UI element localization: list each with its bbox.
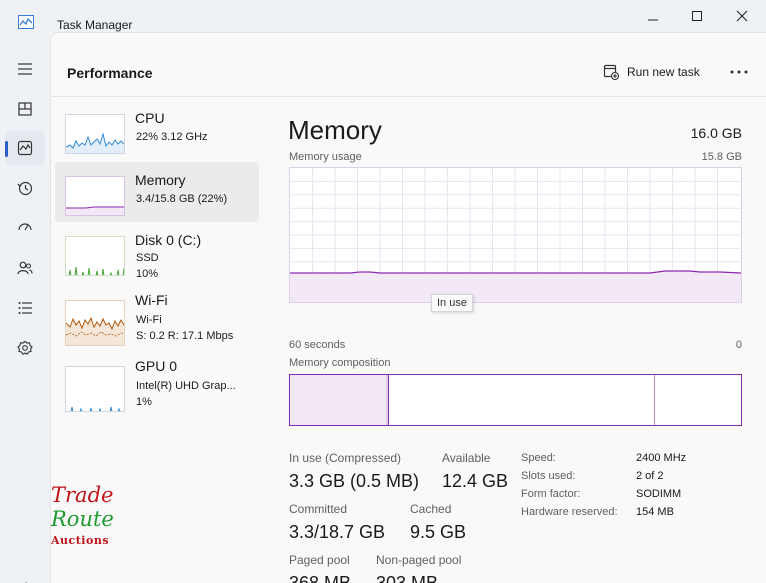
details-icon bbox=[18, 302, 32, 314]
task-manager-icon bbox=[18, 15, 34, 29]
nav-processes[interactable] bbox=[5, 92, 45, 126]
nav-performance[interactable] bbox=[5, 131, 45, 165]
more-options-button[interactable] bbox=[727, 61, 751, 83]
device-detail: 22% 3.12 GHz bbox=[136, 131, 208, 143]
spec-value: SODIMM bbox=[636, 488, 682, 500]
spec-label: Slots used: bbox=[521, 470, 576, 482]
device-detail: S: 0.2 R: 17.1 Mbps bbox=[136, 330, 234, 342]
nav-settings[interactable] bbox=[12, 576, 40, 583]
spec-label: Form factor: bbox=[521, 488, 581, 500]
services-icon bbox=[17, 340, 33, 356]
main-content: Performance Run new task CPU 22% 3.12 GH… bbox=[50, 32, 766, 583]
committed-value: 3.3/18.7 GB bbox=[289, 522, 386, 542]
device-item-disk[interactable]: Disk 0 (C:) SSD 10% bbox=[55, 222, 259, 282]
spec-value: 2400 MHz bbox=[636, 452, 687, 464]
available-label: Available bbox=[442, 451, 491, 465]
composition-standby-divider bbox=[654, 375, 655, 425]
device-item-wifi[interactable]: Wi-Fi Wi-Fi S: 0.2 R: 17.1 Mbps bbox=[55, 288, 259, 348]
device-name: Disk 0 (C:) bbox=[135, 232, 202, 248]
page-header: Performance Run new task bbox=[51, 33, 766, 97]
device-name: GPU 0 bbox=[135, 358, 178, 374]
gpu-thumbnail-graph bbox=[65, 366, 125, 412]
memory-composition-label: Memory composition bbox=[289, 357, 391, 369]
logo-line-3: Auctions bbox=[50, 534, 109, 547]
device-item-gpu[interactable]: GPU 0 Intel(R) UHD Grap... 1% bbox=[55, 354, 259, 414]
maximize-icon bbox=[692, 11, 702, 21]
spec-value: 2 of 2 bbox=[636, 470, 664, 482]
cached-value: 9.5 GB bbox=[410, 522, 467, 542]
app-history-icon bbox=[17, 181, 33, 196]
spec-label: Hardware reserved: bbox=[521, 506, 618, 518]
maximize-button[interactable] bbox=[674, 6, 720, 26]
page-title: Performance bbox=[67, 65, 153, 81]
run-task-icon bbox=[603, 64, 619, 80]
nav-app-history[interactable] bbox=[5, 171, 45, 205]
nav-services[interactable] bbox=[5, 331, 45, 365]
device-item-cpu[interactable]: CPU 22% 3.12 GHz bbox=[55, 100, 259, 160]
nav-rail bbox=[0, 32, 50, 583]
performance-icon bbox=[17, 140, 33, 156]
in-use-label: In use (Compressed) bbox=[289, 451, 402, 465]
disk-thumbnail-graph bbox=[65, 236, 125, 276]
memory-detail-pane: Memory 16.0 GB Memory usage 15.8 GB In u… bbox=[287, 99, 747, 583]
memory-usage-label: Memory usage bbox=[289, 151, 362, 163]
composition-modified-segment bbox=[386, 375, 389, 425]
memory-thumbnail-graph bbox=[65, 176, 125, 216]
cached-label: Cached bbox=[410, 502, 452, 516]
nav-menu-button[interactable] bbox=[5, 52, 45, 86]
logo-line-1: Trade bbox=[51, 483, 113, 507]
trade-route-auctions-logo: Trade Route Auctions bbox=[50, 483, 114, 547]
memory-title: Memory bbox=[288, 115, 382, 145]
device-detail: Wi-Fi bbox=[136, 314, 162, 326]
device-name: Wi-Fi bbox=[135, 292, 168, 308]
paged-pool-label: Paged pool bbox=[289, 553, 350, 567]
users-icon bbox=[17, 261, 33, 275]
device-detail: SSD bbox=[136, 252, 159, 264]
logo-line-2: Route bbox=[50, 507, 114, 531]
spec-label: Speed: bbox=[521, 452, 556, 464]
device-detail: 1% bbox=[136, 396, 152, 408]
device-name: Memory bbox=[135, 172, 186, 188]
title-bar: Task Manager bbox=[0, 0, 766, 32]
minimize-button[interactable] bbox=[630, 6, 676, 26]
nav-startup-apps[interactable] bbox=[5, 211, 45, 245]
run-task-label: Run new task bbox=[627, 65, 700, 79]
cpu-thumbnail-graph bbox=[65, 114, 125, 154]
window-title: Task Manager bbox=[57, 18, 133, 32]
nav-users[interactable] bbox=[5, 251, 45, 285]
device-item-memory[interactable]: Memory 3.4/15.8 GB (22%) bbox=[55, 162, 259, 222]
composition-in-use-segment bbox=[290, 375, 386, 425]
non-paged-pool-label: Non-paged pool bbox=[376, 553, 462, 567]
non-paged-pool-value: 303 MB bbox=[376, 573, 439, 583]
device-detail: 10% bbox=[136, 268, 159, 280]
memory-total: 16.0 GB bbox=[690, 125, 742, 141]
active-indicator bbox=[5, 141, 8, 157]
memory-usage-chart bbox=[289, 167, 742, 303]
startup-apps-icon bbox=[18, 223, 32, 231]
nav-details[interactable] bbox=[5, 291, 45, 325]
hamburger-icon bbox=[18, 63, 32, 75]
minimize-icon bbox=[648, 19, 658, 21]
paged-pool-value: 368 MB bbox=[289, 573, 352, 583]
time-axis-left-label: 60 seconds bbox=[289, 339, 346, 351]
device-detail: Intel(R) UHD Grap... bbox=[136, 380, 236, 392]
chart-tooltip: In use bbox=[431, 294, 473, 312]
close-icon bbox=[736, 10, 748, 22]
processes-icon bbox=[18, 102, 32, 116]
committed-label: Committed bbox=[289, 502, 348, 516]
time-axis-right-label: 0 bbox=[735, 339, 742, 351]
close-button[interactable] bbox=[719, 6, 765, 26]
spec-value: 154 MB bbox=[636, 506, 674, 518]
device-name: CPU bbox=[135, 110, 165, 126]
more-options-icon bbox=[730, 70, 748, 74]
memory-composition-bar bbox=[289, 374, 742, 426]
wifi-thumbnail-graph bbox=[65, 300, 125, 346]
memory-usage-max: 15.8 GB bbox=[701, 151, 742, 163]
run-new-task-button[interactable]: Run new task bbox=[603, 61, 700, 83]
device-detail: 3.4/15.8 GB (22%) bbox=[136, 193, 228, 205]
in-use-value: 3.3 GB (0.5 MB) bbox=[289, 471, 420, 491]
available-value: 12.4 GB bbox=[442, 471, 509, 491]
